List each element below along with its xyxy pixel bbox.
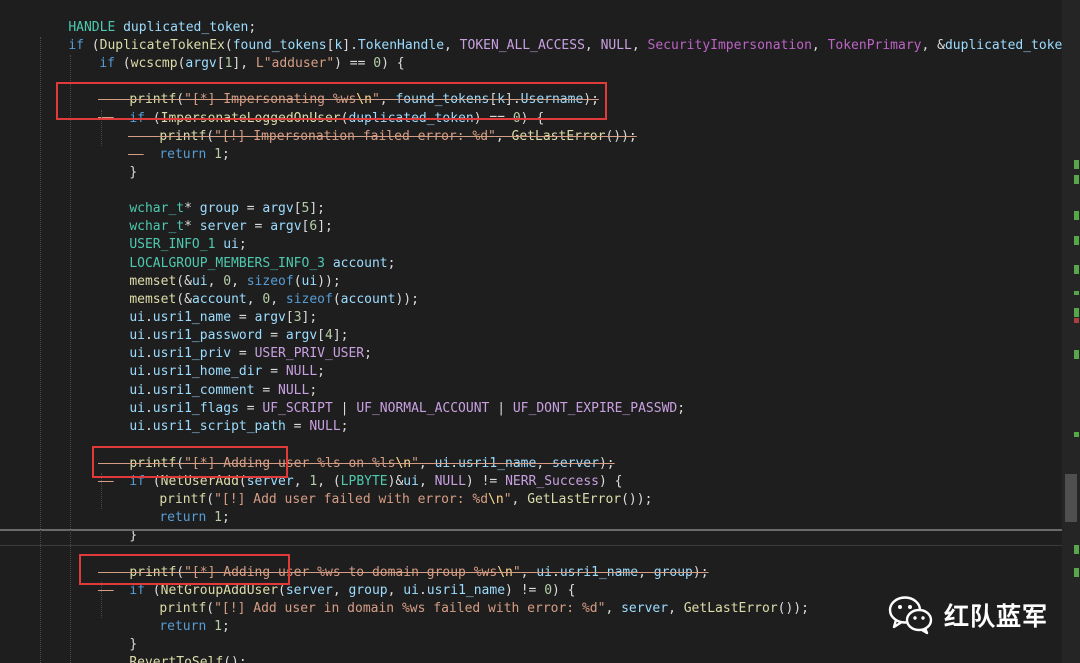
change-marker <box>1074 568 1079 577</box>
change-marker <box>1074 211 1079 220</box>
code-line: memset(&ui, 0, sizeof(ui)); <box>129 274 341 289</box>
code-line: } <box>129 528 138 543</box>
highlight-box-netgroupadduser <box>79 554 290 585</box>
indent-guide <box>101 582 102 618</box>
code-line: return 1; <box>159 147 230 162</box>
highlight-box-impersonate <box>56 82 607 120</box>
code-line: } <box>129 165 138 180</box>
change-marker <box>1074 291 1079 295</box>
code-line: if (DuplicateTokenEx(found_tokens[k].Tok… <box>68 38 1062 53</box>
code-line: } <box>129 637 138 652</box>
change-marker <box>1074 350 1079 359</box>
indent-guide <box>70 55 71 663</box>
vertical-scrollbar[interactable] <box>1062 0 1080 663</box>
watermark-text: 红队蓝军 <box>944 602 1049 631</box>
scrollbar-thumb[interactable] <box>1065 474 1077 522</box>
code-line: wchar_t* server = argv[6]; <box>129 219 333 234</box>
wechat-icon <box>888 596 933 635</box>
code-line: ui.usri1_priv = USER_PRIV_USER; <box>129 346 372 361</box>
code-line: memset(&account, 0, sizeof(account)); <box>129 292 419 307</box>
indent-guide <box>101 473 102 509</box>
code-line: HANDLE duplicated_token; <box>68 20 257 35</box>
code-line: RevertToSelf(); <box>129 655 247 663</box>
highlight-box-netuseradd <box>92 446 288 478</box>
code-line: ui.usri1_home_dir = NULL; <box>129 364 325 379</box>
change-marker <box>1074 175 1079 184</box>
change-marker <box>1074 545 1079 554</box>
change-marker <box>1074 308 1079 317</box>
code-line: LOCALGROUP_MEMBERS_INFO_3 account; <box>129 256 396 271</box>
code-line: ui.usri1_name = argv[3]; <box>129 310 318 325</box>
code-line: ui.usri1_password = argv[4]; <box>129 328 349 343</box>
change-marker <box>1074 236 1079 245</box>
code-line: if (wcscmp(argv[1], L"adduser") == 0) { <box>99 56 405 71</box>
code-line: USER_INFO_1 ui; <box>129 237 247 252</box>
code-line: return 1; <box>159 619 230 634</box>
change-marker <box>1074 265 1079 274</box>
change-marker <box>1074 432 1079 437</box>
change-marker <box>1074 160 1079 169</box>
error-marker <box>1074 318 1079 323</box>
pane-separator <box>0 529 1062 531</box>
watermark: 红队蓝军 <box>888 592 1048 638</box>
code-editor[interactable]: HANDLE duplicated_token; if (DuplicateTo… <box>0 0 1062 663</box>
indent-guide <box>40 37 41 663</box>
code-line: return 1; <box>159 510 230 525</box>
code-line: wchar_t* group = argv[5]; <box>129 201 326 216</box>
code-line: ui.usri1_comment = NULL; <box>129 383 318 398</box>
code-line: ui.usri1_script_path = NULL; <box>129 419 349 434</box>
code-line: ui.usri1_flags = UF_SCRIPT | UF_NORMAL_A… <box>129 401 686 416</box>
